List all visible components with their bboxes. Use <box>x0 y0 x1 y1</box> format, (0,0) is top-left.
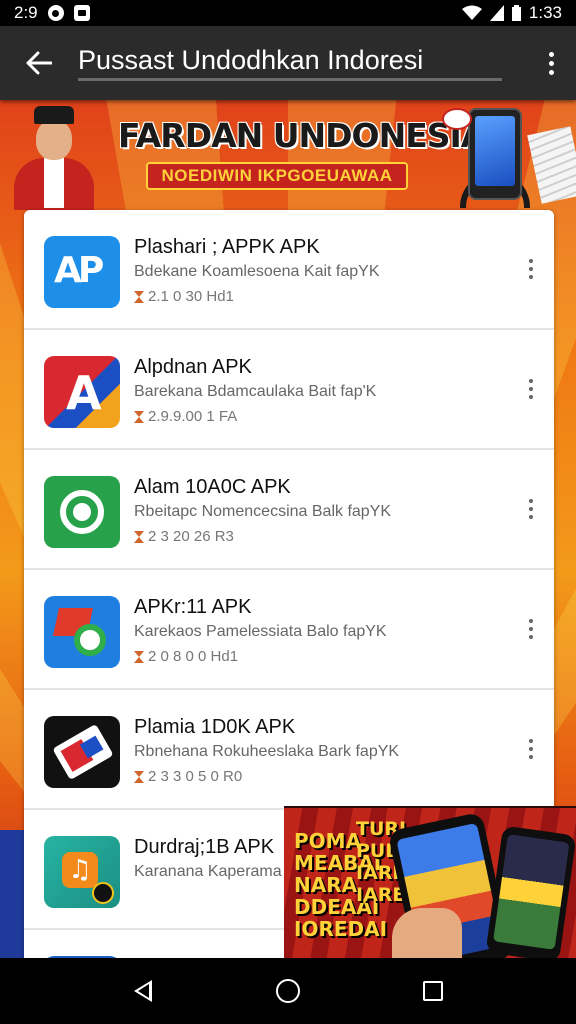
wifi-icon <box>461 5 482 20</box>
navigation-bar <box>0 958 576 1024</box>
app-a-triangle-icon: A <box>44 356 120 428</box>
page-title: Pussast Undodhkan Indoresi <box>78 45 502 81</box>
app-meta: 2 0 8 0 0 Hd1 <box>134 648 238 665</box>
signal-icon <box>489 5 504 21</box>
nav-recents-button[interactable] <box>403 961 463 1021</box>
status-time-left: 2:9 <box>14 3 38 22</box>
status-time-right: 1:33 <box>528 3 562 22</box>
app-flag-g-icon <box>44 596 120 668</box>
circle-home-icon <box>275 979 300 1003</box>
more-vert-icon <box>529 739 533 743</box>
hourglass-icon <box>134 290 144 303</box>
ad-hand-image <box>392 908 462 958</box>
more-vert-icon <box>529 499 533 503</box>
app-green-ring-icon <box>44 476 120 548</box>
banner-subtitle: NOEDIWIN IKPGOEUAWAA <box>146 162 408 190</box>
app-name: Durdraj;1B APK <box>134 836 275 858</box>
banner-title: FARDAN UNDONESIA <box>118 116 486 155</box>
app-meta-text: 2 3 20 26 R3 <box>148 528 234 545</box>
app-meta: 2 3 3 0 5 0 R0 <box>134 768 242 785</box>
app-name: Plashari ; APPK APK <box>134 236 320 258</box>
app-item-menu-button[interactable] <box>520 254 542 284</box>
app-item-menu-button[interactable] <box>520 374 542 404</box>
speech-bubble-icon <box>442 108 472 130</box>
nav-back-button[interactable] <box>113 961 173 1021</box>
overflow-menu-button[interactable] <box>526 26 576 100</box>
app-name: Alam 10A0C APK <box>134 476 291 498</box>
promo-banner[interactable]: FARDAN UNDONESIA NOEDIWIN IKPGOEUAWAA <box>0 100 576 210</box>
app-list-item[interactable]: A Alpdnan APK Barekana Bdamcaulaka Bait fa… <box>24 330 554 450</box>
app-item-menu-button[interactable] <box>520 734 542 764</box>
phone-icon <box>468 108 522 200</box>
app-meta: 2 3 20 26 R3 <box>134 528 234 545</box>
app-item-menu-button[interactable] <box>520 494 542 524</box>
app-description: Karanana Kaperama <box>134 863 282 880</box>
app-description: Rbnehana Rokuheeslaka Bark fapYK <box>134 743 400 760</box>
papers-icon <box>527 126 576 204</box>
more-vert-icon <box>529 619 533 623</box>
more-vert-icon <box>529 259 533 263</box>
app-description: Rbeitapc Nomencecsina Balk fapYK <box>134 503 392 520</box>
ad-banner[interactable]: POMA MEABAI NARA DDEAAI IOREDAI TURI PUD… <box>284 806 576 958</box>
app-name: Plamia 1D0K APK <box>134 716 296 738</box>
nav-home-button[interactable] <box>258 961 318 1021</box>
image-notification-icon <box>73 5 90 21</box>
arrow-left-icon <box>26 51 52 75</box>
app-meta-text: 2.1 0 30 Hd1 <box>148 288 234 305</box>
app-a-blue-icon: AP <box>44 236 120 308</box>
app-meta: 2.9.9.00 1 FA <box>134 408 237 425</box>
hourglass-icon <box>134 770 144 783</box>
square-recents-icon <box>423 981 444 1001</box>
app-name: Alpdnan APK <box>134 356 252 378</box>
app-meta-text: 2 3 3 0 5 0 R0 <box>148 768 243 785</box>
app-list-item[interactable]: Plamia 1D0K APK Rbnehana Rokuheeslaka Bar… <box>24 690 554 810</box>
hourglass-icon <box>134 650 144 663</box>
hourglass-icon <box>134 530 144 543</box>
app-meta-text: 2.9.9.00 1 FA <box>148 408 238 425</box>
app-list-item[interactable]: APKr:11 APK Karekaos Pamelessiata Balo fa… <box>24 570 554 690</box>
battery-icon <box>511 5 521 21</box>
hourglass-icon <box>134 410 144 423</box>
back-button[interactable] <box>0 26 78 100</box>
app-description: Bdekane Koamlesoena Kait fapYK <box>134 263 380 280</box>
banner-person-image <box>6 102 102 210</box>
status-right: 1:33 <box>461 3 562 23</box>
app-meta: 2.1 0 30 Hd1 <box>134 288 234 305</box>
status-left: 2:9 <box>14 3 90 23</box>
triangle-back-icon <box>133 980 152 1002</box>
app-list-item[interactable]: AP Plashari ; APPK APK Bdekane Koamlesoena… <box>24 210 554 330</box>
more-vert-icon <box>548 51 554 57</box>
app-bar: Pussast Undodhkan Indoresi <box>0 26 576 100</box>
more-vert-icon <box>529 379 533 383</box>
app-description: Karekaos Pamelessiata Balo fapYK <box>134 623 387 640</box>
app-name: APKr:11 APK <box>134 596 252 618</box>
notification-icon <box>47 5 64 21</box>
app-card-icon <box>44 716 120 788</box>
app-list-item[interactable]: Alam 10A0C APK Rbeitapc Nomencecsina Balk… <box>24 450 554 570</box>
app-meta-text: 2 0 8 0 0 Hd1 <box>148 648 239 665</box>
app-description: Barekana Bdamcaulaka Bait fap'K <box>134 383 377 400</box>
app-music-icon: ♫ <box>44 836 120 908</box>
app-item-menu-button[interactable] <box>520 614 542 644</box>
status-bar: 2:9 1:33 <box>0 0 576 26</box>
